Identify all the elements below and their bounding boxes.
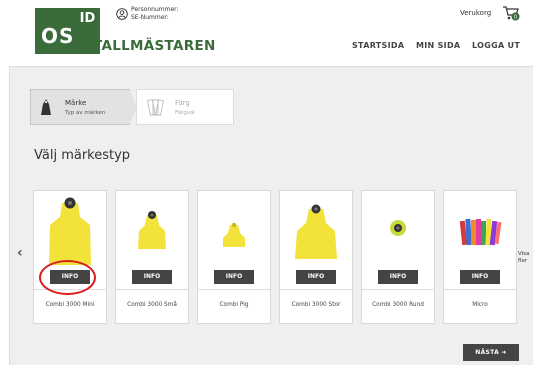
info-button[interactable]: INFO [132,270,172,284]
nav-min-sida[interactable]: MIN SIDA [416,41,460,50]
arrow-right-icon: ➜ [501,349,507,356]
nav-logga-ut[interactable]: LOGGA UT [472,41,520,50]
product-label: Combi 3000 Mini [45,302,95,308]
step-marke-sub: Typ av märken [65,110,106,116]
next-button-label: NÄSTA [475,349,500,356]
card-divider [198,289,270,290]
se-number-label: SE-Nummer: [131,14,169,21]
svg-text:0: 0 [514,14,517,20]
product-card-micro[interactable]: INFO Micro [443,190,517,324]
card-divider [116,289,188,290]
next-button[interactable]: NÄSTA ➜ [463,344,519,361]
cart-label[interactable]: Verukorg [460,9,491,17]
product-label: Combi Pig [219,302,249,308]
product-card-combi-3000-mini[interactable]: INFO Combi 3000 Mini [33,190,107,324]
step-farg-sub: Färgval [175,110,195,116]
step-marke[interactable]: Märke Typ av märken [30,89,130,125]
info-button[interactable]: INFO [378,270,418,284]
step-indicator: Märke Typ av märken Färg Färgval [30,89,234,125]
product-label: Combi 3000 Små [127,302,177,308]
person-info: Personnummer: SE-Nummer: [131,6,179,22]
cart-icon[interactable]: 0 [502,5,520,21]
highlight-annotation [39,260,96,295]
info-button[interactable]: INFO [214,270,254,284]
info-button[interactable]: INFO [460,270,500,284]
card-divider [362,289,434,290]
step-farg[interactable]: Färg Färgval [136,89,234,125]
person-number-label: Personnummer: [131,6,179,13]
person-icon [116,8,128,20]
nav-startsida[interactable]: STARTSIDA [352,41,404,50]
brand-name: STALLMÄSTAREN [83,38,216,54]
tag-icon [41,99,51,115]
chevron-left-icon[interactable]: ‹ [17,245,23,261]
logo-os-text: OS [41,24,75,48]
product-label: Combi 3000 Stor [291,302,341,308]
product-card-combi-pig[interactable]: INFO Combi Pig [197,190,271,324]
color-swatch-icon [147,99,165,117]
card-divider [444,289,516,290]
step-farg-title: Färg [175,99,190,107]
product-label: Micro [472,302,488,308]
site-header: OS ID STALLMÄSTAREN Personnummer: SE-Num… [0,0,533,66]
card-divider [280,289,352,290]
logo-id-badge: ID [75,8,100,30]
info-button[interactable]: INFO [296,270,336,284]
page-title: Välj märkestyp [34,148,131,163]
step-marke-title: Märke [65,99,87,107]
product-card-combi-3000-sma[interactable]: INFO Combi 3000 Små [115,190,189,324]
product-card-combi-3000-rund[interactable]: INFO Combi 3000 Rund [361,190,435,324]
logo-id-text: ID [79,11,96,26]
visa-fler-link[interactable]: Visa fler [518,251,533,265]
product-label: Combi 3000 Rund [372,302,424,308]
product-card-combi-3000-stor[interactable]: INFO Combi 3000 Stor [279,190,353,324]
